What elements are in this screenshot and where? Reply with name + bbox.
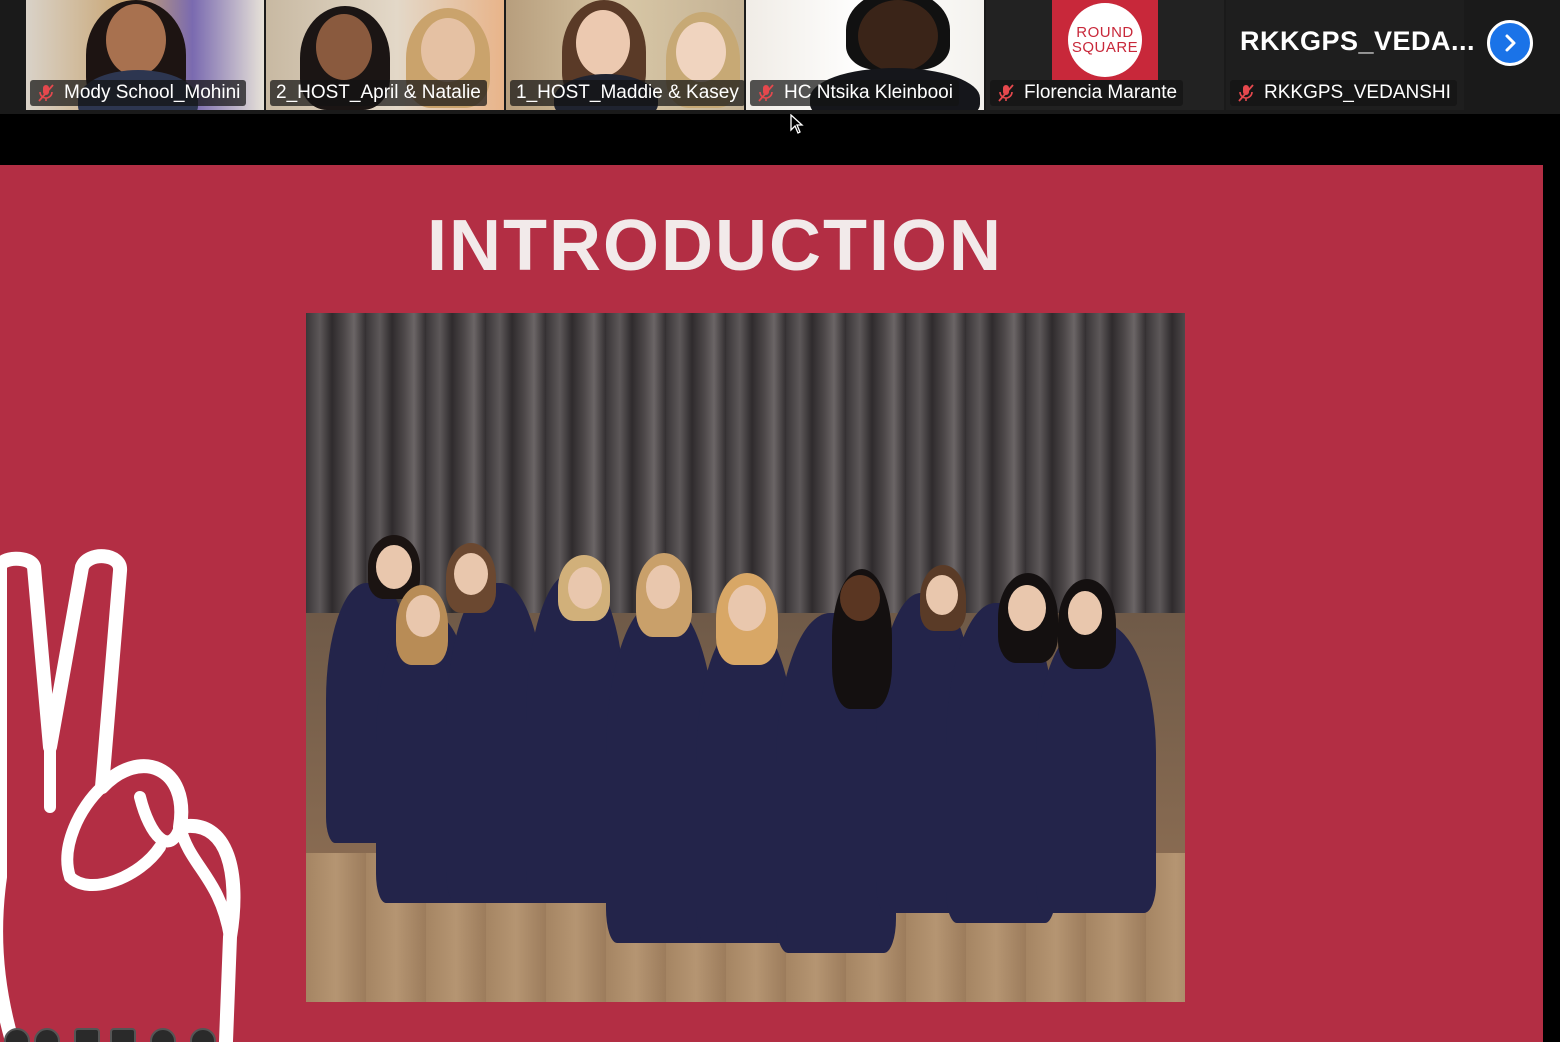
logo-text-line1: ROUND xyxy=(1076,24,1134,41)
participant-name: Mody School_Mohini xyxy=(64,82,241,103)
round-square-logo: ROUND SQUARE xyxy=(1052,0,1158,80)
participant-label: RKKGPS_VEDANSHI xyxy=(1230,80,1457,106)
mic-off-icon xyxy=(38,84,54,102)
meeting-controls xyxy=(0,1024,230,1042)
participant-label: 1_HOST_Maddie & Kasey xyxy=(510,80,744,106)
pen-button[interactable] xyxy=(4,1028,30,1042)
cursor-icon xyxy=(790,114,804,134)
participant-name: 1_HOST_Maddie & Kasey xyxy=(516,82,739,103)
participant-name: Florencia Marante xyxy=(1024,82,1178,103)
participant-label: Mody School_Mohini xyxy=(30,80,247,106)
participant-label: Florencia Marante xyxy=(990,80,1184,106)
mic-off-icon xyxy=(1238,84,1254,102)
participant-label: HC Ntsika Kleinbooi xyxy=(750,80,959,106)
participant-label: 2_HOST_April & Natalie xyxy=(270,80,487,106)
logo-text-line2: SQUARE xyxy=(1071,39,1139,56)
participant-tile-5[interactable]: ROUND SQUARE Florencia Marante xyxy=(986,0,1224,110)
participant-name: HC Ntsika Kleinbooi xyxy=(784,82,953,103)
shared-slide: INTRODUCTION xyxy=(0,165,1543,1042)
participant-tile-3[interactable]: 1_HOST_Maddie & Kasey xyxy=(506,0,744,110)
participant-tile-4[interactable]: HC Ntsika Kleinbooi xyxy=(746,0,984,110)
peace-hand-icon xyxy=(0,549,241,1042)
more-button[interactable] xyxy=(150,1028,176,1042)
camera-button[interactable] xyxy=(110,1028,136,1042)
next-button[interactable] xyxy=(190,1028,216,1042)
next-participants-button[interactable] xyxy=(1487,20,1533,66)
mic-off-icon xyxy=(998,84,1014,102)
chevron-right-icon xyxy=(1505,34,1516,52)
participant-name: RKKGPS_VEDANSHI xyxy=(1264,82,1451,103)
mic-off-icon xyxy=(758,84,774,102)
participant-name: 2_HOST_April & Natalie xyxy=(276,82,481,103)
slide-title: INTRODUCTION xyxy=(427,206,1003,286)
meeting-window: Mody School_Mohini 2_HOST_April & Natali… xyxy=(0,0,1560,1042)
pin-button[interactable] xyxy=(34,1028,60,1042)
group-photo xyxy=(306,313,1185,1002)
captions-button[interactable] xyxy=(74,1028,100,1042)
video-off-name: RKKGPS_VEDA... xyxy=(1240,26,1476,56)
participant-tile-1[interactable]: Mody School_Mohini xyxy=(26,0,264,110)
participant-tile-2[interactable]: 2_HOST_April & Natalie xyxy=(266,0,504,110)
participant-strip: Mody School_Mohini 2_HOST_April & Natali… xyxy=(0,0,1560,114)
